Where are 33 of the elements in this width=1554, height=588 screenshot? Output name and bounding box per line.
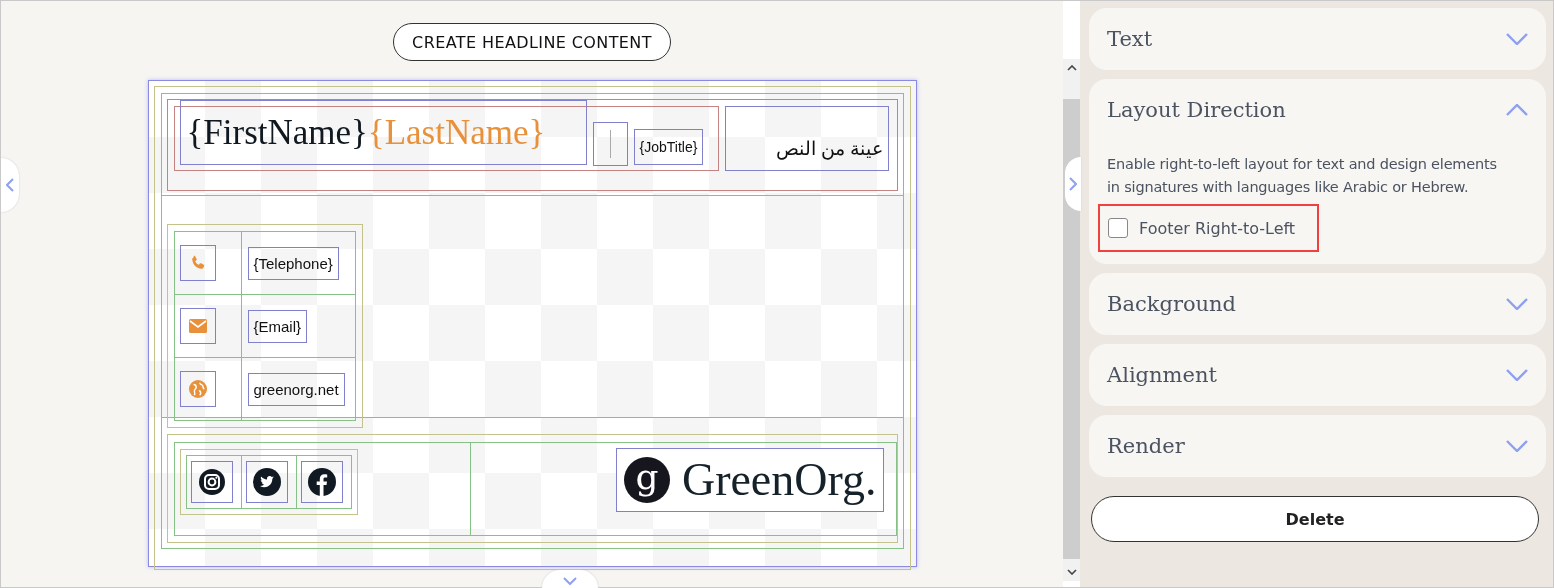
envelope-icon [188, 319, 207, 333]
collapse-chevron-icon[interactable] [1506, 104, 1528, 116]
section-description: Enable right-to-left layout for text and design elements in signatures with languages like Arabic or Hebrew. [1107, 155, 1498, 197]
rtl-sample-text: عينة من النص [775, 137, 884, 160]
camera-icon [198, 469, 225, 495]
checkbox-label[interactable]: Footer Right-to-Left [1139, 218, 1296, 238]
letter-f-icon [307, 468, 336, 496]
expand-chevron-icon[interactable] [1506, 298, 1528, 310]
checkbox[interactable] [1108, 218, 1128, 238]
logo-mark: g [623, 456, 670, 503]
create-headline-button[interactable]: CREATE HEADLINE CONTENT [393, 23, 671, 61]
expand-chevron-icon[interactable] [1506, 440, 1528, 452]
delete-button[interactable]: Delete [1091, 496, 1539, 542]
expand-chevron-icon[interactable] [1506, 33, 1528, 45]
last-name-text: {LastName} [367, 112, 546, 153]
first-name-text: {FirstName} [186, 112, 368, 153]
scroll-down-icon[interactable] [1066, 569, 1077, 575]
section-title[interactable]: Alignment [1107, 363, 1217, 387]
section-title[interactable]: Background [1107, 292, 1237, 316]
section-title[interactable]: Text [1107, 27, 1153, 51]
job-title-text: {JobTitle} [633, 129, 704, 165]
scroll-up-icon[interactable] [1066, 65, 1077, 71]
logo-text: GreenOrg. [681, 453, 877, 506]
section-title[interactable]: Layout Direction [1107, 98, 1286, 122]
bird-icon [252, 468, 281, 496]
globe-icon [188, 380, 207, 398]
scrollbar[interactable] [1063, 59, 1080, 581]
bottom-collapse-handle[interactable] [542, 570, 598, 588]
section-title[interactable]: Render [1107, 434, 1185, 458]
contact-text: {Telephone} [247, 246, 339, 280]
expand-chevron-icon[interactable] [1506, 369, 1528, 381]
contact-text: {Email} [247, 309, 308, 343]
contact-text: greenorg.net [247, 372, 345, 406]
